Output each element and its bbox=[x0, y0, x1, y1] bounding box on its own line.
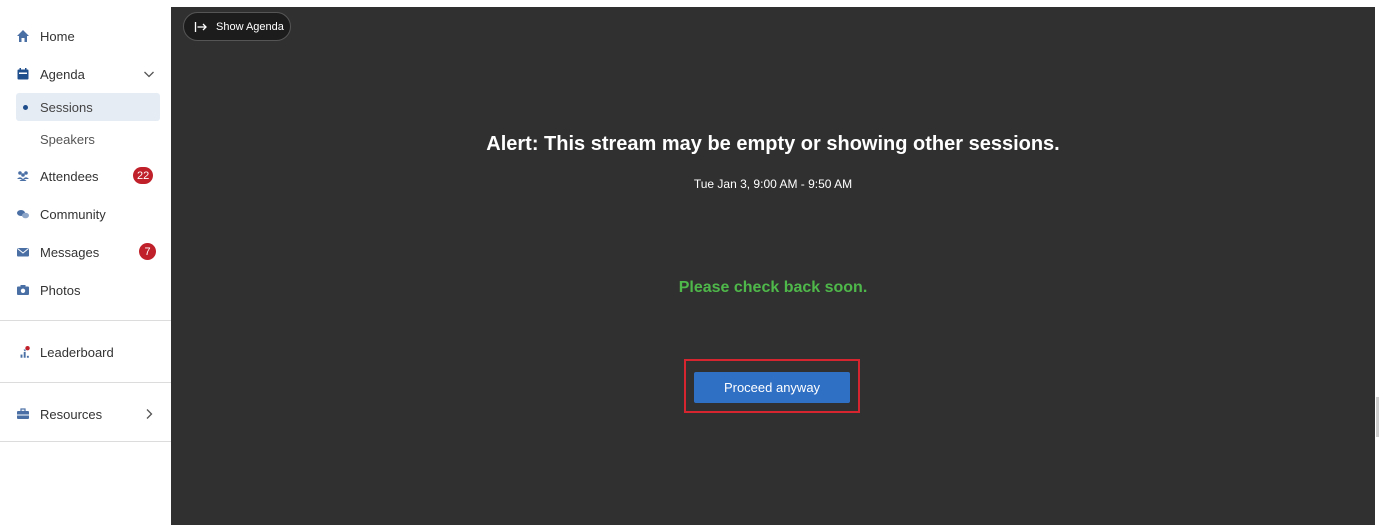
mail-icon bbox=[16, 245, 30, 259]
sidebar-item-label: Speakers bbox=[40, 131, 95, 147]
session-time: Tue Jan 3, 9:00 AM - 9:50 AM bbox=[693, 177, 853, 191]
sidebar-item-label: Sessions bbox=[40, 99, 93, 115]
sidebar-divider bbox=[0, 320, 171, 321]
sidebar-item-label: Resources bbox=[40, 406, 103, 422]
sidebar-item-community[interactable]: Community bbox=[16, 200, 160, 228]
sidebar-item-resources[interactable]: Resources bbox=[16, 400, 160, 428]
stream-panel: Show Agenda Alert: This stream may be em… bbox=[171, 7, 1375, 525]
show-agenda-label: Show Agenda bbox=[216, 20, 284, 33]
sidebar-item-label: Agenda bbox=[40, 66, 85, 82]
scrollbar[interactable] bbox=[1375, 7, 1381, 525]
leaderboard-icon: ★ bbox=[16, 341, 34, 363]
sidebar-divider bbox=[0, 441, 171, 442]
sidebar-item-agenda[interactable]: Agenda bbox=[16, 60, 160, 88]
sidebar-item-label: Leaderboard bbox=[40, 344, 114, 360]
sidebar-item-messages[interactable]: Messages 7 bbox=[16, 238, 160, 266]
sidebar-item-label: Attendees bbox=[40, 168, 99, 184]
alert-title: Alert: This stream may be empty or showi… bbox=[486, 133, 1060, 155]
show-agenda-button[interactable]: Show Agenda bbox=[183, 12, 291, 41]
sidebar-item-label: Photos bbox=[40, 282, 81, 298]
sidebar-divider bbox=[0, 382, 171, 383]
sidebar-item-label: Home bbox=[40, 28, 75, 44]
sidebar-item-label: Community bbox=[40, 206, 106, 222]
sidebar-item-leaderboard[interactable]: ★ Leaderboard bbox=[16, 338, 160, 366]
expand-arrow-icon bbox=[194, 21, 207, 32]
check-back-message: Please check back soon. bbox=[678, 279, 868, 296]
sidebar-item-attendees[interactable]: Attendees 22 bbox=[16, 162, 160, 190]
calendar-icon bbox=[16, 67, 30, 81]
community-icon bbox=[16, 207, 30, 221]
svg-text:★: ★ bbox=[23, 347, 27, 352]
sidebar-subitem-sessions[interactable]: Sessions bbox=[16, 93, 160, 121]
camera-icon bbox=[16, 283, 30, 297]
sidebar-item-photos[interactable]: Photos bbox=[16, 276, 160, 304]
scrollbar-thumb[interactable] bbox=[1376, 397, 1379, 437]
sidebar-item-home[interactable]: Home bbox=[16, 22, 160, 50]
sidebar: Home Agenda Sessions Speakers Attendees … bbox=[0, 0, 171, 525]
sidebar-subitem-speakers[interactable]: Speakers bbox=[16, 125, 160, 153]
sidebar-item-label: Messages bbox=[40, 244, 100, 260]
chevron-right-icon[interactable] bbox=[142, 407, 156, 421]
app-root: Home Agenda Sessions Speakers Attendees … bbox=[0, 0, 1381, 525]
briefcase-icon bbox=[16, 407, 30, 421]
attendees-count-badge: 22 bbox=[133, 167, 154, 184]
home-icon bbox=[16, 29, 30, 43]
proceed-anyway-button[interactable]: Proceed anyway bbox=[694, 372, 850, 403]
messages-count-badge: 7 bbox=[139, 243, 156, 260]
attendees-icon bbox=[16, 169, 30, 183]
chevron-down-icon[interactable] bbox=[142, 67, 156, 81]
active-indicator bbox=[23, 104, 28, 110]
